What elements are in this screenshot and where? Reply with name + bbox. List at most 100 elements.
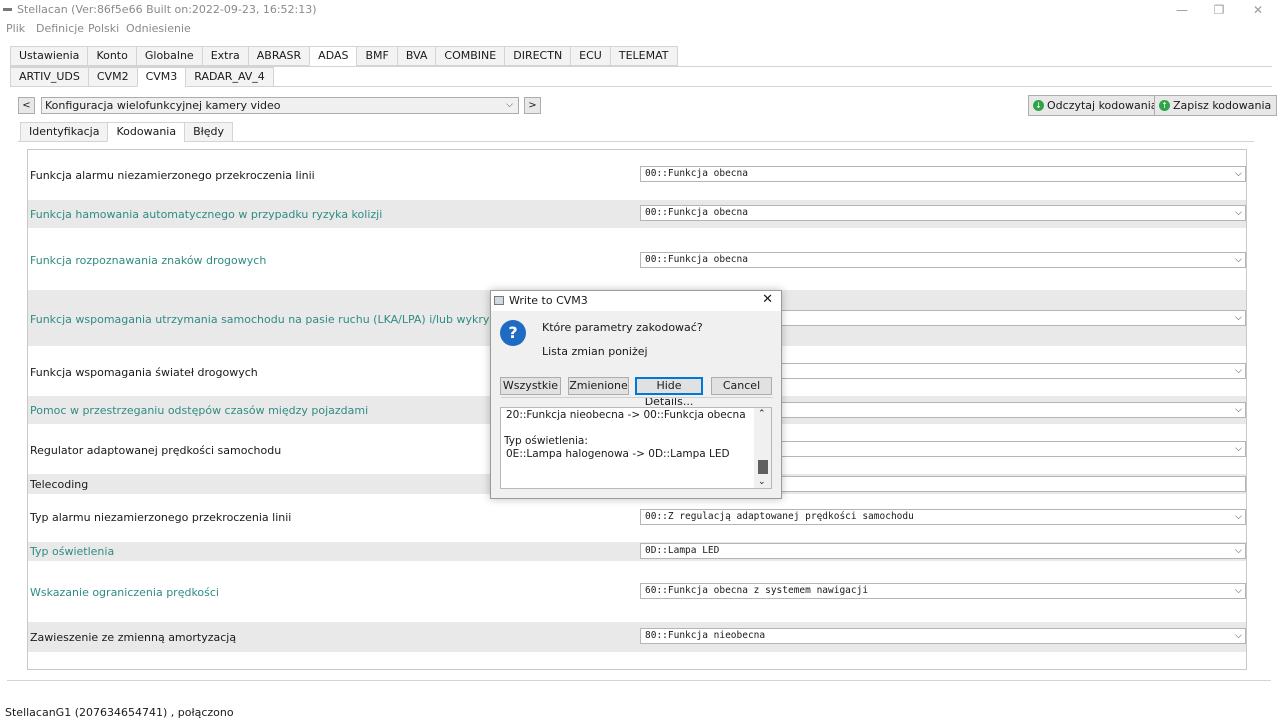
tab-bmf[interactable]: BMF bbox=[356, 46, 397, 66]
dialog-title-bar: Write to CVM3 ✕ bbox=[491, 291, 781, 311]
panel-bottom-line bbox=[7, 680, 1271, 681]
tab-combine[interactable]: COMBINE bbox=[435, 46, 505, 66]
details-line: 0E::Lampa halogenowa -> 0D::Lampa LED bbox=[506, 448, 730, 460]
chevron-down-icon: ⌵ bbox=[1235, 512, 1242, 522]
chevron-down-icon: ⌵ bbox=[1235, 366, 1242, 376]
tab-directn[interactable]: DIRECTN bbox=[504, 46, 571, 66]
cancel-button[interactable]: Cancel bbox=[711, 377, 772, 395]
row-value-select[interactable]: 00::Funkcja obecna ⌵ bbox=[640, 166, 1246, 182]
tab-kodowania[interactable]: Kodowania bbox=[107, 122, 185, 142]
dialog-question: Które parametry zakodować? bbox=[542, 321, 703, 334]
menu-plik[interactable]: Plik bbox=[6, 22, 25, 35]
row-label: Funkcja alarmu niezamierzonego przekrocz… bbox=[30, 169, 315, 182]
row-label: Funkcja rozpoznawania znaków drogowych bbox=[30, 254, 267, 267]
minimize-icon[interactable]: — bbox=[1172, 2, 1192, 18]
row-value-select[interactable]: 00::Z regulacją adaptowanej prędkości sa… bbox=[640, 509, 1246, 525]
chevron-down-icon: ⌵ bbox=[1235, 444, 1242, 454]
menu-bar: Plik Definicje Polski Odniesienie bbox=[0, 20, 1280, 38]
chevron-down-icon: ⌵ bbox=[1235, 405, 1242, 415]
chevron-down-icon: ⌵ bbox=[1235, 208, 1242, 218]
row-label: Zawieszenie ze zmienną amortyzacją bbox=[30, 631, 237, 644]
chevron-down-icon: ⌵ bbox=[1235, 313, 1242, 323]
table-row: Zawieszenie ze zmienną amortyzacją 80::F… bbox=[28, 622, 1246, 652]
section-tabs: Identyfikacja Kodowania Błędy bbox=[20, 122, 234, 142]
chevron-down-icon: ⌵ bbox=[1235, 586, 1242, 596]
table-row: Typ oświetlenia 0D::Lampa LED ⌵ bbox=[28, 542, 1246, 561]
table-row: Funkcja rozpoznawania znaków drogowych 0… bbox=[28, 228, 1246, 290]
next-button[interactable]: > bbox=[524, 97, 541, 114]
menu-odniesienie[interactable]: Odniesienie bbox=[126, 22, 191, 35]
menu-polski[interactable]: Polski bbox=[88, 22, 119, 35]
dialog-title: Write to CVM3 bbox=[509, 294, 588, 307]
chevron-down-icon[interactable]: ⌄ bbox=[758, 477, 766, 487]
prev-button[interactable]: < bbox=[18, 97, 35, 114]
tab-globalne[interactable]: Globalne bbox=[135, 46, 202, 66]
row-label: Telecoding bbox=[30, 478, 89, 491]
dialog-subtitle: Lista zmian poniżej bbox=[542, 345, 648, 358]
scrollbar-thumb[interactable] bbox=[758, 460, 768, 474]
row-value-select[interactable]: 00::Funkcja obecna ⌵ bbox=[640, 205, 1246, 221]
app-icon bbox=[3, 8, 12, 11]
tab-telemat[interactable]: TELEMAT bbox=[609, 46, 678, 66]
changed-button[interactable]: Zmienione bbox=[568, 377, 629, 395]
tab-konto[interactable]: Konto bbox=[87, 46, 136, 66]
chevron-down-icon: ⌵ bbox=[506, 100, 513, 110]
sub-tabs: ARTIV_UDS CVM2 CVM3 RADAR_AV_4 bbox=[10, 67, 274, 87]
read-coding-label: Odczytaj kodowania bbox=[1047, 99, 1158, 112]
module-select-value: Konfiguracja wielofunkcyjnej kamery vide… bbox=[45, 99, 281, 112]
arrow-down-circle-icon: ↓ bbox=[1033, 100, 1044, 111]
maximize-icon[interactable]: ❐ bbox=[1209, 2, 1229, 18]
row-label: Wskazanie ograniczenia prędkości bbox=[30, 586, 219, 599]
window-icon bbox=[494, 296, 504, 305]
chevron-down-icon: ⌵ bbox=[1235, 631, 1242, 641]
row-label: Funkcja hamowania automatycznego w przyp… bbox=[30, 208, 383, 221]
row-value-select[interactable]: 0D::Lampa LED ⌵ bbox=[640, 543, 1246, 559]
close-icon[interactable]: ✕ bbox=[1248, 2, 1268, 18]
row-value-select[interactable]: 00::Funkcja obecna ⌵ bbox=[640, 252, 1246, 268]
row-label: Funkcja wspomagania świateł drogowych bbox=[30, 366, 258, 379]
status-bar: StellacanG1 (207634654741) , połączono bbox=[5, 706, 234, 719]
row-value-select[interactable]: 80::Funkcja nieobecna ⌵ bbox=[640, 628, 1246, 644]
dialog-separator bbox=[501, 397, 773, 398]
menu-definicje[interactable]: Definicje bbox=[36, 22, 84, 35]
all-button[interactable]: Wszystkie bbox=[500, 377, 561, 395]
table-row: Funkcja hamowania automatycznego w przyp… bbox=[28, 200, 1246, 228]
arrow-up-circle-icon: ↑ bbox=[1159, 100, 1170, 111]
write-dialog: Write to CVM3 ✕ ? Które parametry zakodo… bbox=[490, 290, 782, 499]
window-title: Stellacan (Ver:86f5e66 Built on:2022-09-… bbox=[17, 3, 317, 16]
tab-extra[interactable]: Extra bbox=[201, 46, 248, 66]
module-select[interactable]: Konfiguracja wielofunkcyjnej kamery vide… bbox=[41, 97, 519, 114]
row-value-select[interactable]: 60::Funkcja obecna z systemem nawigacji ⌵ bbox=[640, 583, 1246, 599]
row-label: Regulator adaptowanej prędkości samochod… bbox=[30, 444, 282, 457]
details-textbox[interactable]: 20::Funkcja nieobecna -> 00::Funkcja obe… bbox=[500, 407, 772, 489]
write-coding-button[interactable]: ↑ Zapisz kodowania bbox=[1154, 95, 1278, 116]
details-line: Typ oświetlenia: bbox=[504, 435, 588, 447]
chevron-down-icon: ⌵ bbox=[1235, 169, 1242, 179]
hide-details-button[interactable]: Hide Details... bbox=[635, 377, 703, 408]
row-label: Pomoc w przestrzeganiu odstępów czasów m… bbox=[30, 404, 369, 417]
tab-abrasr[interactable]: ABRASR bbox=[247, 46, 310, 66]
row-label: Typ oświetlenia bbox=[30, 545, 115, 558]
close-icon[interactable]: ✕ bbox=[762, 292, 773, 307]
table-row: Funkcja alarmu niezamierzonego przekrocz… bbox=[28, 150, 1246, 200]
table-row: Wskazanie ograniczenia prędkości 60::Fun… bbox=[28, 561, 1246, 622]
tab-bva[interactable]: BVA bbox=[396, 46, 436, 66]
tab-identyfikacja[interactable]: Identyfikacja bbox=[20, 122, 108, 142]
question-icon: ? bbox=[500, 320, 526, 346]
tab-radar-av-4[interactable]: RADAR_AV_4 bbox=[185, 67, 274, 87]
chevron-up-icon[interactable]: ⌃ bbox=[758, 409, 766, 419]
tab-cvm2[interactable]: CVM2 bbox=[87, 67, 137, 87]
details-line: 20::Funkcja nieobecna -> 00::Funkcja obe… bbox=[506, 409, 746, 421]
tab-ecu[interactable]: ECU bbox=[570, 46, 610, 66]
tab-cvm3[interactable]: CVM3 bbox=[136, 67, 186, 87]
tab-ustawienia[interactable]: Ustawienia bbox=[10, 46, 88, 66]
row-label: Typ alarmu niezamierzonego przekroczenia… bbox=[30, 511, 292, 524]
table-row: Typ alarmu niezamierzonego przekroczenia… bbox=[28, 494, 1246, 542]
read-coding-button[interactable]: ↓ Odczytaj kodowania bbox=[1028, 95, 1164, 116]
write-coding-label: Zapisz kodowania bbox=[1173, 99, 1272, 112]
title-bar: Stellacan (Ver:86f5e66 Built on:2022-09-… bbox=[0, 0, 1280, 20]
tab-adas[interactable]: ADAS bbox=[309, 46, 357, 66]
tab-artiv-uds[interactable]: ARTIV_UDS bbox=[10, 67, 88, 87]
tab-bledy[interactable]: Błędy bbox=[184, 122, 234, 142]
details-scrollbar[interactable]: ⌃ ⌄ bbox=[754, 408, 771, 488]
